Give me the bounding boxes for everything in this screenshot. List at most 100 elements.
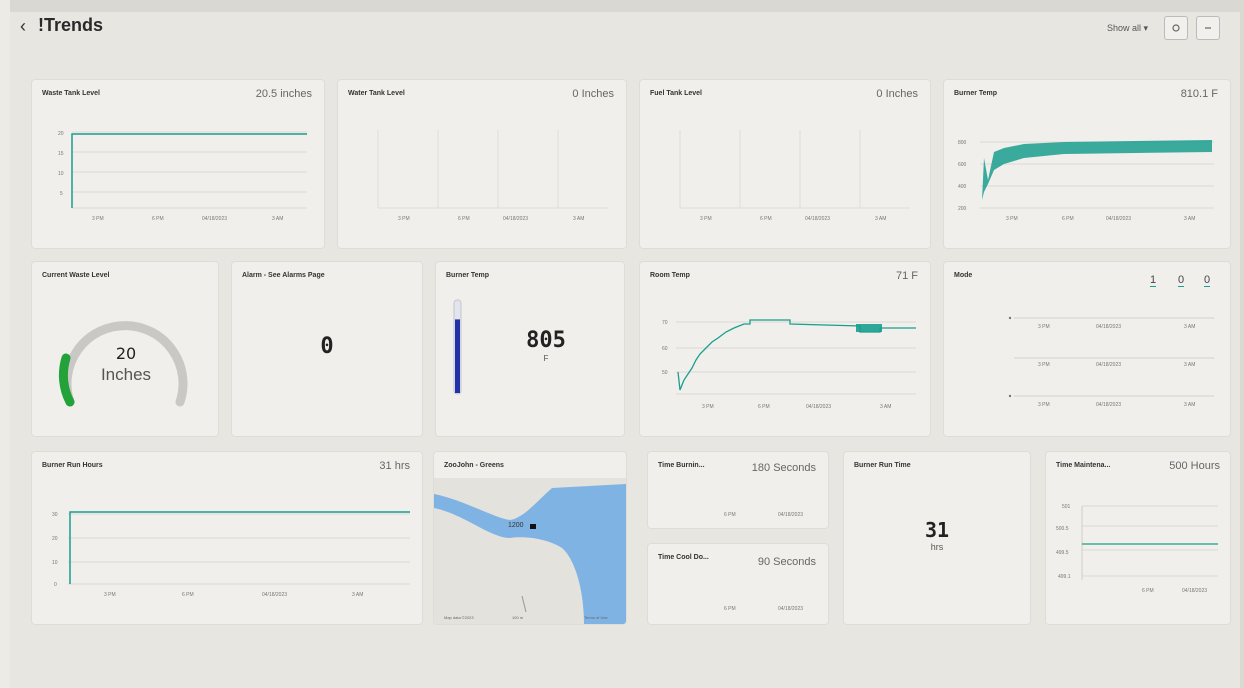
room-temp-band [856, 324, 882, 332]
run-time-unit: hrs [930, 542, 944, 552]
x-tick: 04/18/2023 [262, 592, 287, 598]
x-tick: 6 PM [758, 404, 770, 410]
x-tick: 04/18/2023 [1106, 216, 1131, 222]
map-marker-label: 1200 [508, 522, 524, 529]
card-title: Time Cool Do... [658, 554, 709, 561]
thermometer [453, 299, 462, 395]
waste-tank-line [71, 133, 307, 208]
y-tick: 500.5 [1056, 526, 1069, 532]
y-tick: 499.1 [1058, 574, 1071, 580]
fuel-tank-chart: 3 PM 6 PM 04/18/2023 3 AM [679, 130, 910, 222]
water-tank-level-card[interactable]: Water Tank Level 0 Inches 3 PM 6 PM 04/1… [338, 80, 626, 248]
burner-run-time-card[interactable]: Burner Run Time 31 hrs [844, 452, 1030, 624]
x-tick: 3 PM [702, 404, 714, 410]
card-title: Time Burnin... [658, 462, 705, 469]
x-tick: 3 AM [875, 216, 886, 222]
back-icon[interactable]: ‹ [20, 16, 26, 37]
y-tick: 60 [662, 346, 668, 352]
waste-tank-chart: 20 15 10 5 3 PM 6 PM 04/18/2023 3 AM [58, 131, 307, 222]
x-tick: 6 PM [724, 512, 736, 518]
map-view[interactable] [434, 478, 626, 624]
x-tick: 04/18/2023 [1182, 588, 1207, 594]
x-tick: 3 AM [1184, 362, 1195, 368]
time-burning-card[interactable]: Time Burnin... 180 Seconds 6 PM 04/18/20… [648, 452, 828, 528]
dashboard-header: ‹ !Trends Show all ▾ [20, 14, 1220, 44]
x-tick: 3 AM [1184, 216, 1195, 222]
fuel-tank-level-card[interactable]: Fuel Tank Level 0 Inches 3 PM 6 PM 04/18… [640, 80, 930, 248]
thermo-unit: F [543, 354, 549, 363]
x-tick: 3 PM [104, 592, 116, 598]
y-tick: 20 [58, 131, 64, 137]
y-tick: 10 [58, 171, 64, 177]
y-tick: 10 [52, 560, 58, 566]
gauge-track [62, 321, 188, 407]
time-maintenance-card[interactable]: Time Maintena... 500 Hours 501 500.5 499… [1046, 452, 1230, 624]
y-tick: 200 [958, 206, 967, 212]
map-scale: 100 m [512, 615, 524, 620]
burner-run-hours-card[interactable]: Burner Run Hours 31 hrs 30 20 10 0 3 PM … [32, 452, 422, 624]
current-waste-level-card[interactable]: Current Waste Level 20 Inches [32, 262, 218, 436]
card-title: Burner Run Time [854, 462, 911, 469]
water-tank-chart: 3 PM 6 PM 04/18/2023 3 AM [377, 130, 608, 222]
map-terms-link[interactable]: Terms of Use [584, 615, 608, 620]
x-tick: 3 AM [573, 216, 584, 222]
x-tick: 6 PM [1142, 588, 1154, 594]
x-tick: 04/18/2023 [778, 606, 804, 612]
map-marker[interactable] [530, 524, 536, 529]
thermo-value: 805 [526, 328, 566, 353]
thermo-fill [455, 319, 460, 393]
x-tick: 04/18/2023 [778, 512, 804, 518]
x-tick: 3 AM [352, 592, 363, 598]
header-actions: Show all ▾ [1107, 16, 1220, 40]
waste-tank-level-card[interactable]: Waste Tank Level 20.5 inches 20 15 10 5 … [32, 80, 324, 248]
y-tick: 30 [52, 512, 58, 518]
y-tick: 15 [58, 151, 64, 157]
card-value: 180 Seconds [751, 462, 816, 474]
x-tick: 6 PM [458, 216, 470, 222]
x-tick: 3 PM [700, 216, 712, 222]
x-tick: 04/18/2023 [1096, 402, 1121, 408]
show-all-dropdown[interactable]: Show all ▾ [1107, 23, 1148, 34]
x-tick: 3 AM [1184, 324, 1195, 330]
burner-temp-thermometer-card[interactable]: Burner Temp 805 F [436, 262, 624, 436]
alarm-count: 0 [320, 334, 334, 359]
x-tick: 04/18/2023 [805, 216, 830, 222]
x-tick: 04/18/2023 [202, 216, 227, 222]
y-tick: 501 [1062, 504, 1071, 510]
x-tick: 3 PM [398, 216, 410, 222]
x-tick: 6 PM [1062, 216, 1074, 222]
settings-icon[interactable] [1164, 16, 1188, 40]
x-tick: 3 PM [1038, 402, 1050, 408]
y-tick: 50 [662, 370, 668, 376]
x-tick: 6 PM [724, 606, 736, 612]
card-title: ZooJohn - Greens [444, 462, 504, 469]
x-tick: 3 AM [1184, 402, 1195, 408]
burner-temp-chart: 800 600 400 200 3 PM 6 PM 04/18/2023 3 A… [958, 140, 1214, 222]
screen-bezel [0, 0, 10, 688]
x-tick: 3 PM [92, 216, 104, 222]
more-icon[interactable] [1196, 16, 1220, 40]
x-tick: 3 AM [880, 404, 891, 410]
page-title: !Trends [38, 15, 104, 35]
x-tick: 6 PM [182, 592, 194, 598]
map-card[interactable]: ZooJohn - Greens 1200 Map data ©2023 100… [434, 452, 626, 624]
burner-temp-band [982, 140, 1212, 200]
time-maintenance-chart: 501 500.5 499.5 499.1 6 PM 04/18/2023 [1056, 504, 1218, 594]
y-tick: 0 [54, 582, 57, 588]
mode-card[interactable]: Mode 1 0 0 3 PM 04/18/2023 3 AM 3 PM 04/… [944, 262, 1230, 436]
run-time-value: 31 [924, 518, 950, 542]
room-temp-chart: 70 60 50 3 PM 6 PM 04/18/2023 3 AM [662, 319, 916, 410]
x-tick: 04/18/2023 [1096, 362, 1121, 368]
x-tick: 6 PM [152, 216, 164, 222]
alarm-card[interactable]: Alarm - See Alarms Page 0 [232, 262, 422, 436]
room-temp-card[interactable]: Room Temp 71 F 70 60 50 3 PM 6 PM 04/18/… [640, 262, 930, 436]
burner-temp-trend-card[interactable]: Burner Temp 810.1 F 800 600 400 200 3 PM… [944, 80, 1230, 248]
x-tick: 3 AM [272, 216, 283, 222]
y-tick: 600 [958, 162, 967, 168]
card-value: 90 Seconds [757, 556, 816, 568]
time-cool-down-card[interactable]: Time Cool Do... 90 Seconds 6 PM 04/18/20… [648, 544, 828, 624]
y-tick: 5 [60, 191, 63, 197]
x-tick: 04/18/2023 [503, 216, 528, 222]
card-title: Burner Temp [446, 272, 490, 279]
x-tick: 04/18/2023 [806, 404, 831, 410]
